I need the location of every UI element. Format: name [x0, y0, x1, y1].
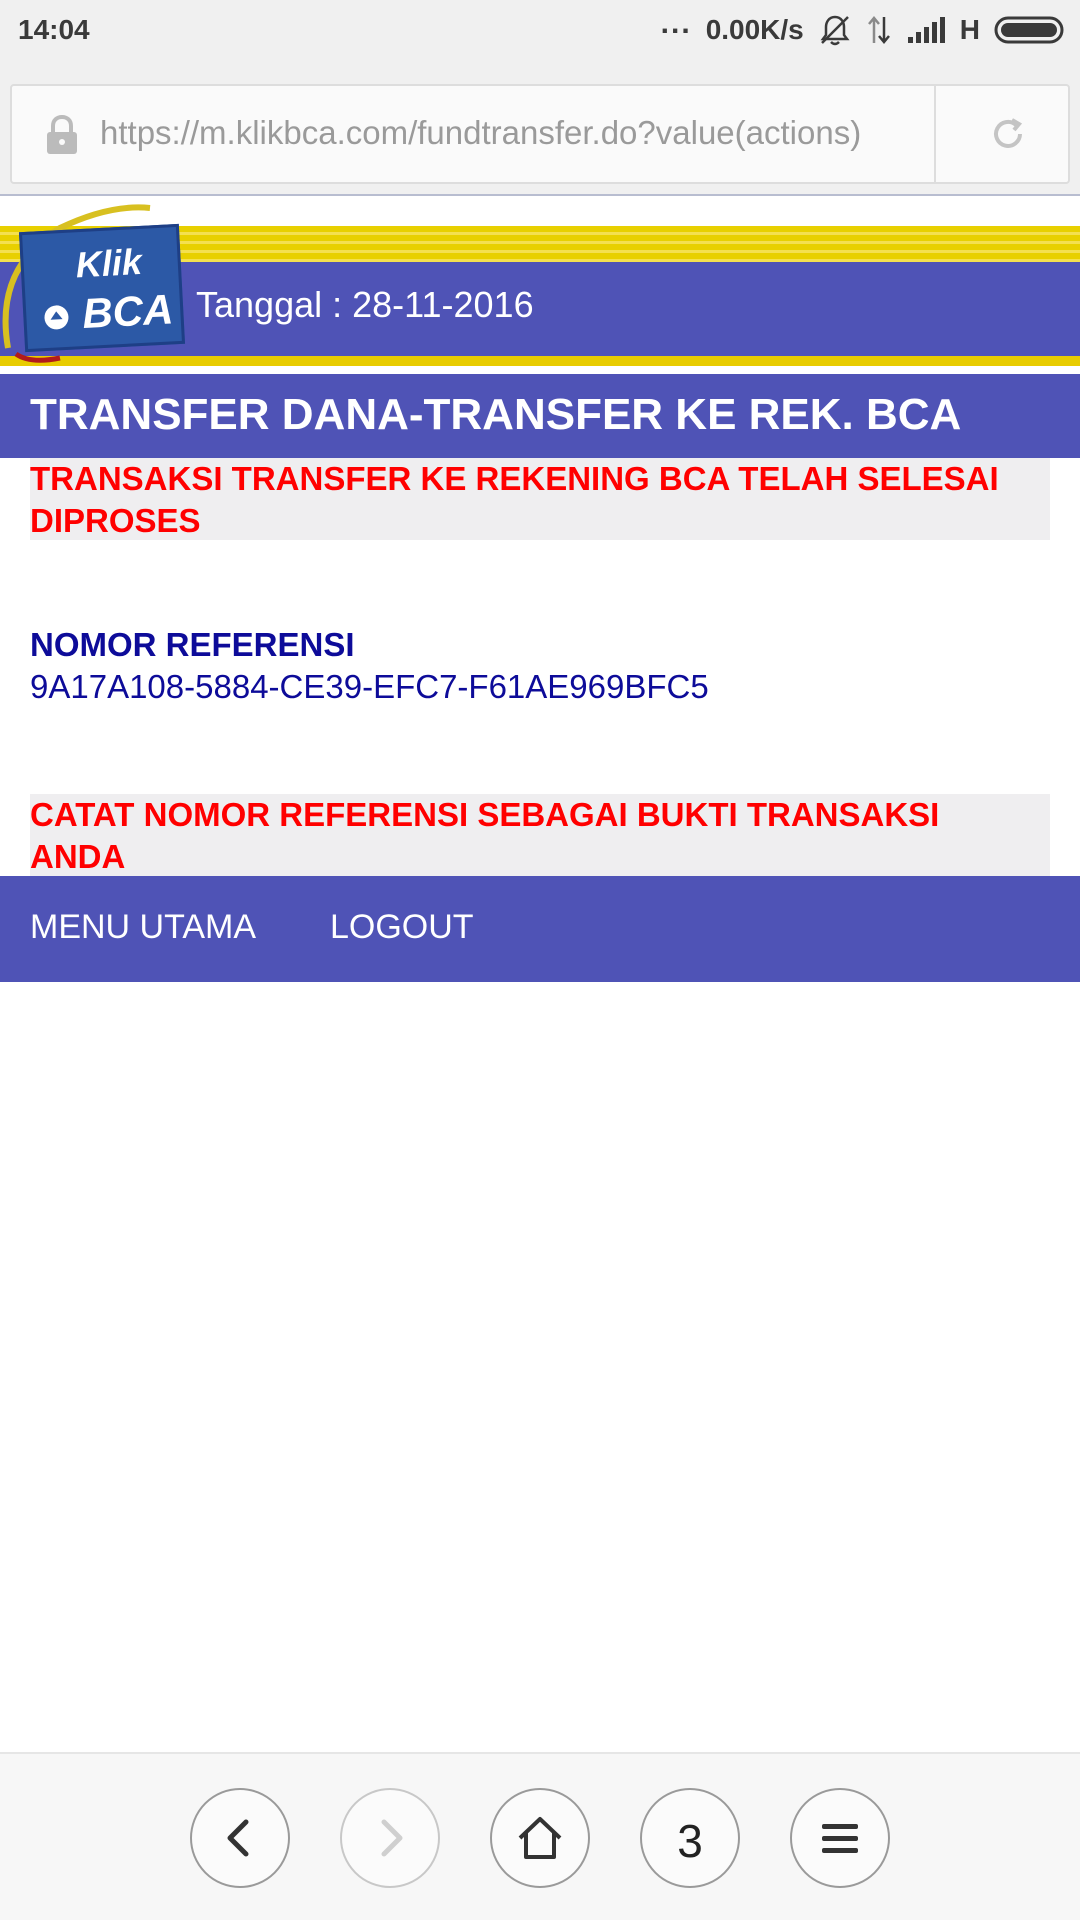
menu-utama-link[interactable]: MENU UTAMA — [30, 908, 256, 947]
title-band: TRANSFER DANA-TRANSFER KE REK. BCA — [0, 374, 1080, 458]
status-icons: ... 0.00K/s H — [661, 7, 1066, 48]
logout-link[interactable]: LOGOUT — [330, 908, 474, 947]
status-time: 14:04 — [18, 14, 90, 45]
network-type: H — [959, 14, 980, 45]
browser-menu-button[interactable] — [790, 1788, 890, 1888]
bca-emblem-icon — [44, 305, 69, 330]
status-dots: ... — [660, 7, 692, 40]
browser-chrome: https://m.klikbca.com/fundtransfer.do?va… — [0, 62, 1080, 196]
reference-number: 9A17A108-5884-CE39-EFC7-F61AE969BFC5 — [30, 668, 709, 705]
reference-label: NOMOR REFERENSI — [30, 626, 355, 663]
nav-band: MENU UTAMA LOGOUT — [0, 876, 1080, 982]
klikbca-logo[interactable]: Klik BCA — [0, 198, 192, 366]
forward-button[interactable] — [340, 1788, 440, 1888]
battery-icon — [994, 16, 1064, 44]
tab-count: 3 — [677, 1815, 703, 1867]
refresh-icon[interactable] — [988, 114, 1028, 154]
note-message-box: CATAT NOMOR REFERENSI SEBAGAI BUKTI TRAN… — [30, 794, 1050, 876]
signal-icon — [907, 17, 945, 43]
network-speed: 0.00K/s — [705, 14, 804, 45]
logo-bca-text: BCA — [81, 285, 175, 338]
url-text[interactable]: https://m.klikbca.com/fundtransfer.do?va… — [100, 114, 920, 152]
logo-klik-text: Klik — [74, 240, 143, 286]
logo-box: Klik BCA — [18, 223, 186, 353]
status-bar: 14:04 ... 0.00K/s H — [0, 0, 1080, 62]
back-button[interactable] — [190, 1788, 290, 1888]
forward-icon — [381, 1819, 403, 1857]
note-message: CATAT NOMOR REFERENSI SEBAGAI BUKTI TRAN… — [30, 796, 940, 875]
page-title: TRANSFER DANA-TRANSFER KE REK. BCA — [30, 390, 962, 439]
data-transfer-icon — [867, 16, 890, 44]
url-divider — [934, 86, 936, 182]
mute-bell-icon — [820, 15, 850, 46]
home-icon — [518, 1817, 562, 1859]
menu-icon — [822, 1824, 858, 1853]
home-button[interactable] — [490, 1788, 590, 1888]
success-message-box: TRANSAKSI TRANSFER KE REKENING BCA TELAH… — [30, 458, 1050, 540]
tabs-button[interactable]: 3 — [640, 1788, 740, 1888]
lock-icon — [47, 114, 77, 154]
browser-toolbar: 3 — [0, 1752, 1080, 1920]
date-label: Tanggal : 28-11-2016 — [196, 284, 534, 325]
success-message: TRANSAKSI TRANSFER KE REKENING BCA TELAH… — [30, 460, 999, 539]
address-bar[interactable]: https://m.klikbca.com/fundtransfer.do?va… — [10, 84, 1070, 184]
site-header: Klik BCA Tanggal : 28-11-2016 — [0, 198, 1080, 368]
back-icon — [227, 1819, 249, 1857]
